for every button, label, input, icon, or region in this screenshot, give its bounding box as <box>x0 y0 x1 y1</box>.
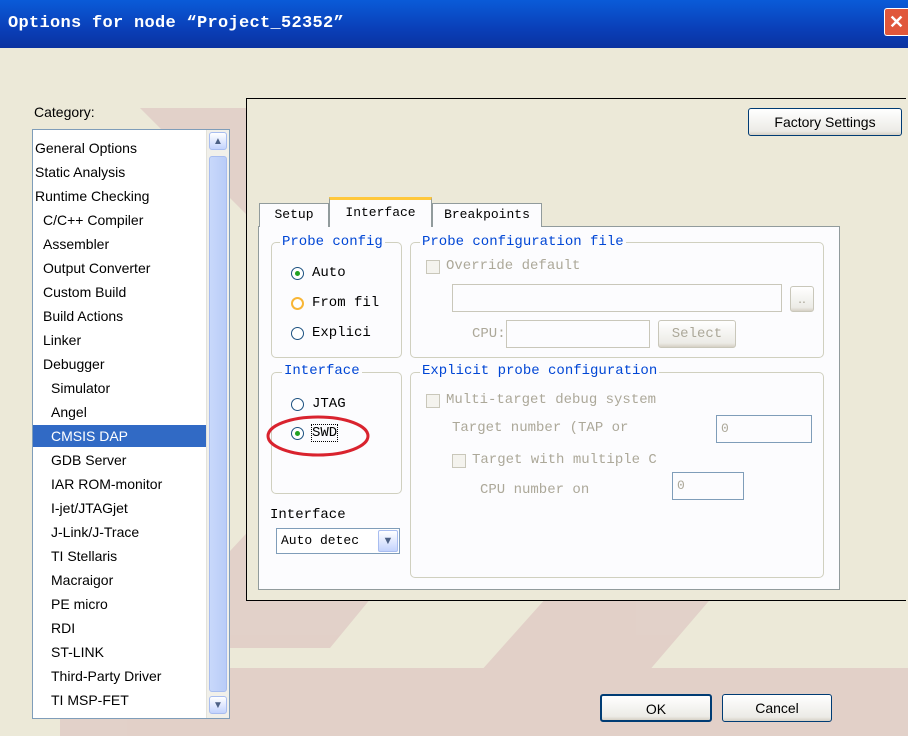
category-item[interactable]: General Options <box>35 137 137 159</box>
category-item[interactable]: Angel <box>51 401 87 423</box>
category-item[interactable]: GDB Server <box>51 449 126 471</box>
chevron-down-icon[interactable]: ▼ <box>378 530 398 552</box>
scroll-thumb[interactable] <box>209 156 227 692</box>
category-item[interactable]: Simulator <box>51 377 110 399</box>
radio-explicit[interactable] <box>291 327 304 340</box>
override-default-checkbox[interactable] <box>426 260 440 274</box>
category-item[interactable]: Assembler <box>43 233 109 255</box>
probe-config-legend: Probe config <box>280 234 385 250</box>
category-item[interactable]: TI MSP-FET <box>51 689 129 711</box>
radio-from-file[interactable] <box>291 297 304 310</box>
factory-settings-button[interactable]: Factory Settings <box>748 108 902 136</box>
target-number-input[interactable]: 0 <box>716 415 812 443</box>
category-item[interactable]: Debugger <box>43 353 105 375</box>
explicit-config-legend: Explicit probe configuration <box>420 363 660 379</box>
tab-interface[interactable]: Interface <box>329 197 432 227</box>
tab-breakpoints[interactable]: Breakpoints <box>432 203 542 227</box>
override-default-label: Override default <box>446 258 581 274</box>
window-title: Options for node “Project_52352” <box>8 14 345 33</box>
cpu-input[interactable] <box>506 320 650 348</box>
target-number-label: Target number (TAP or <box>452 420 629 436</box>
radio-jtag-label: JTAG <box>312 396 346 412</box>
browse-button[interactable]: .. <box>790 286 814 312</box>
cpu-number-input[interactable]: 0 <box>672 472 744 500</box>
probe-file-path-input[interactable] <box>452 284 782 312</box>
target-multiple-checkbox[interactable] <box>452 454 466 468</box>
target-multiple-label: Target with multiple C <box>472 452 657 468</box>
category-list[interactable]: General Options Static Analysis Runtime Ch… <box>32 129 230 719</box>
category-item[interactable]: RDI <box>51 617 75 639</box>
scroll-down-icon[interactable]: ▼ <box>209 696 227 714</box>
category-item[interactable]: Linker <box>43 329 81 351</box>
category-item[interactable]: PE micro <box>51 593 108 615</box>
interface-legend: Interface <box>282 363 362 379</box>
interface-speed-select[interactable]: Auto detec ▼ <box>276 528 400 554</box>
interface-speed-label: Interface <box>270 507 346 523</box>
cancel-button[interactable]: Cancel <box>722 694 832 722</box>
radio-auto-label: Auto <box>312 265 346 281</box>
category-scrollbar[interactable]: ▲ ▼ <box>206 130 229 718</box>
tab-setup[interactable]: Setup <box>259 203 329 227</box>
category-item[interactable]: CMSIS DAP <box>33 425 207 447</box>
multi-target-label: Multi-target debug system <box>446 392 657 408</box>
ok-button[interactable]: OK <box>600 694 712 722</box>
multi-target-checkbox[interactable] <box>426 394 440 408</box>
category-item[interactable]: Macraigor <box>51 569 113 591</box>
cpu-number-label: CPU number on <box>480 482 590 498</box>
category-label: Category: <box>34 104 95 120</box>
cpu-label: CPU: <box>472 326 506 342</box>
select-button[interactable]: Select <box>658 320 736 348</box>
close-button[interactable]: ✕ <box>884 8 908 36</box>
category-item[interactable]: J-Link/J-Trace <box>51 521 139 543</box>
radio-from-file-label: From fil <box>312 295 380 311</box>
category-item[interactable]: ST-LINK <box>51 641 104 663</box>
annotation-circle <box>266 415 370 457</box>
interface-speed-value: Auto detec <box>281 533 360 548</box>
category-item[interactable]: IAR ROM-monitor <box>51 473 162 495</box>
category-item[interactable]: I-jet/JTAGjet <box>51 497 128 519</box>
category-item[interactable]: TI Stellaris <box>51 545 117 567</box>
radio-explicit-label: Explici <box>312 325 371 341</box>
radio-jtag[interactable] <box>291 398 304 411</box>
category-item[interactable]: Third-Party Driver <box>51 665 161 687</box>
category-item[interactable]: Static Analysis <box>35 161 125 183</box>
category-item[interactable]: Output Converter <box>43 257 150 279</box>
category-item[interactable]: Custom Build <box>43 281 126 303</box>
category-item[interactable]: Runtime Checking <box>35 185 149 207</box>
probe-file-legend: Probe configuration file <box>420 234 626 250</box>
radio-auto[interactable] <box>291 267 304 280</box>
scroll-up-icon[interactable]: ▲ <box>209 132 227 150</box>
category-item[interactable]: Build Actions <box>43 305 123 327</box>
category-item[interactable]: C/C++ Compiler <box>43 209 143 231</box>
